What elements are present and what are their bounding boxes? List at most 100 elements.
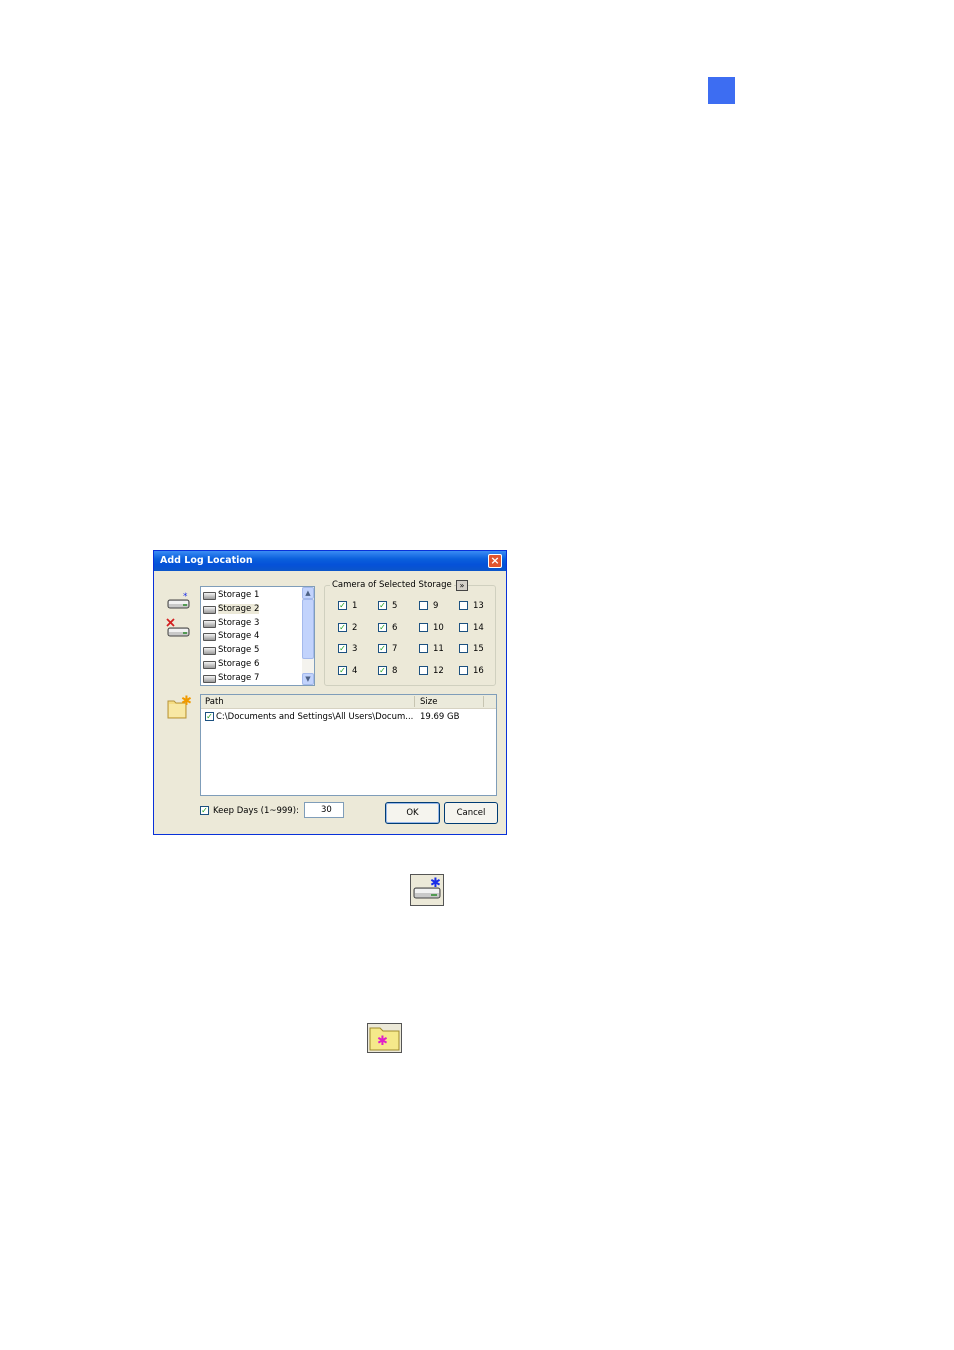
camera-checkbox-9[interactable]: 9 [419, 600, 455, 612]
checkbox[interactable] [459, 666, 468, 675]
storage-item-label: Storage 4 [218, 631, 260, 642]
check-mark: ✓ [339, 666, 346, 675]
camera-checkbox-11[interactable]: 11 [419, 643, 455, 655]
size-column-header[interactable]: Size [420, 697, 437, 707]
svg-text:✱: ✱ [181, 694, 192, 709]
storage-item-label: Storage 6 [218, 659, 260, 669]
camera-checkbox-15[interactable]: 15 [459, 643, 495, 655]
checkbox[interactable]: ✓ [378, 666, 387, 675]
storage-list[interactable]: Storage 1 Storage 2 Storage 3 Storage 4 Stor… [200, 586, 315, 686]
path-table[interactable]: Path Size ✓ C:\Documents and Settings\Al… [200, 694, 497, 796]
camera-checkbox-2[interactable]: ✓ 2 [338, 622, 374, 634]
camera-number: 3 [352, 644, 358, 654]
add-log-location-dialog: Add Log Location × * Storage 1 Storage 2S… [153, 550, 507, 835]
camera-checkbox-10[interactable]: 10 [419, 622, 455, 634]
checkbox[interactable]: ✓ [338, 644, 347, 653]
storage-list-item[interactable]: Storage 6 [203, 658, 303, 671]
camera-checkbox-14[interactable]: 14 [459, 622, 495, 634]
row-size: 19.69 GB [420, 712, 460, 722]
table-header: Path Size [201, 695, 496, 709]
title-bar[interactable]: Add Log Location × [154, 551, 506, 571]
storage-list-scrollbar[interactable]: ▲ ▼ [302, 587, 314, 685]
storage-item-label: Storage 7 [218, 672, 260, 683]
close-button[interactable]: × [488, 554, 502, 568]
camera-checkbox-7[interactable]: ✓ 7 [378, 643, 414, 655]
keep-days-label: Keep Days (1~999): [213, 806, 299, 816]
storage-list-item[interactable]: Storage 2 [203, 603, 303, 616]
camera-group: Camera of Selected Storage » ✓ 1 ✓ 2 ✓ 3 ✓ 4 ✓ 5 ✓… [324, 580, 496, 686]
checkbox[interactable] [419, 623, 428, 632]
drive-icon [203, 674, 216, 683]
column-divider[interactable] [483, 696, 484, 707]
camera-number: 12 [433, 666, 444, 676]
expand-cameras-button[interactable]: » [456, 580, 468, 591]
svg-text:*: * [183, 592, 188, 602]
camera-number: 14 [473, 623, 484, 633]
checkbox[interactable]: ✓ [378, 601, 387, 610]
camera-number: 1 [352, 601, 358, 611]
checkbox[interactable]: ✓ [338, 666, 347, 675]
camera-number: 15 [473, 644, 484, 654]
checkbox[interactable] [419, 666, 428, 675]
storage-list-item[interactable]: Storage 3 [203, 617, 303, 630]
camera-checkbox-5[interactable]: ✓ 5 [378, 600, 414, 612]
scroll-thumb[interactable] [302, 599, 314, 659]
add-storage-icon: ✱ [410, 874, 444, 906]
camera-number: 7 [392, 644, 398, 654]
add-folder-icon[interactable]: ✱ [166, 694, 192, 720]
camera-checkbox-13[interactable]: 13 [459, 600, 495, 612]
drive-icon [203, 661, 216, 669]
camera-checkbox-12[interactable]: 12 [419, 665, 455, 677]
row-checkbox[interactable]: ✓ [205, 712, 214, 721]
drive-icon [203, 647, 216, 656]
keep-days-input[interactable]: 30 [304, 802, 344, 818]
camera-checkbox-3[interactable]: ✓ 3 [338, 643, 374, 655]
camera-checkbox-4[interactable]: ✓ 4 [338, 665, 374, 677]
ok-button[interactable]: OK [385, 802, 440, 824]
column-divider[interactable] [414, 696, 415, 707]
checkbox[interactable] [459, 601, 468, 610]
cancel-button[interactable]: Cancel [444, 802, 498, 824]
table-row[interactable]: ✓ C:\Documents and Settings\All Users\Do… [201, 711, 496, 723]
checkbox[interactable] [419, 601, 428, 610]
storage-list-item[interactable]: Storage 4 [203, 630, 303, 643]
checkbox[interactable] [459, 644, 468, 653]
checkbox[interactable] [419, 644, 428, 653]
camera-number: 16 [473, 666, 484, 676]
scroll-down-icon[interactable]: ▼ [302, 673, 314, 685]
storage-list-item[interactable]: Storage 1 [203, 589, 303, 602]
drive-icon [203, 605, 216, 614]
checkbox[interactable]: ✓ [338, 601, 347, 610]
keep-days-checkbox[interactable]: ✓ [200, 806, 209, 815]
camera-number: 13 [473, 601, 484, 611]
camera-checkbox-6[interactable]: ✓ 6 [378, 622, 414, 634]
storage-item-label: Storage 2 [218, 603, 260, 614]
checkbox[interactable]: ✓ [378, 623, 387, 632]
storage-item-label: Storage 3 [218, 617, 260, 628]
check-mark: ✓ [339, 644, 346, 653]
storage-list-item[interactable]: Storage 5 [203, 644, 303, 657]
camera-checkbox-8[interactable]: ✓ 8 [378, 665, 414, 677]
check-mark: ✓ [379, 644, 386, 653]
delete-storage-icon[interactable] [166, 618, 192, 640]
check-mark: ✓ [379, 601, 386, 610]
add-storage-icon[interactable]: * [167, 592, 191, 612]
check-mark: ✓ [339, 601, 346, 610]
camera-group-title: Camera of Selected Storage [330, 580, 454, 590]
camera-checkbox-1[interactable]: ✓ 1 [338, 600, 374, 612]
path-column-header[interactable]: Path [205, 697, 224, 707]
checkbox[interactable]: ✓ [378, 644, 387, 653]
checkbox[interactable]: ✓ [338, 623, 347, 632]
storage-list-item[interactable]: Storage 7 [203, 672, 303, 685]
camera-checkbox-16[interactable]: 16 [459, 665, 495, 677]
camera-number: 5 [392, 601, 398, 611]
camera-number: 11 [433, 644, 444, 654]
camera-number: 4 [352, 666, 358, 676]
row-path: C:\Documents and Settings\All Users\Docu… [216, 712, 414, 722]
camera-number: 10 [433, 623, 444, 633]
drive-icon [203, 633, 216, 642]
checkbox[interactable] [459, 623, 468, 632]
camera-number: 2 [352, 623, 358, 633]
scroll-up-icon[interactable]: ▲ [302, 587, 314, 599]
check-mark: ✓ [379, 623, 386, 632]
